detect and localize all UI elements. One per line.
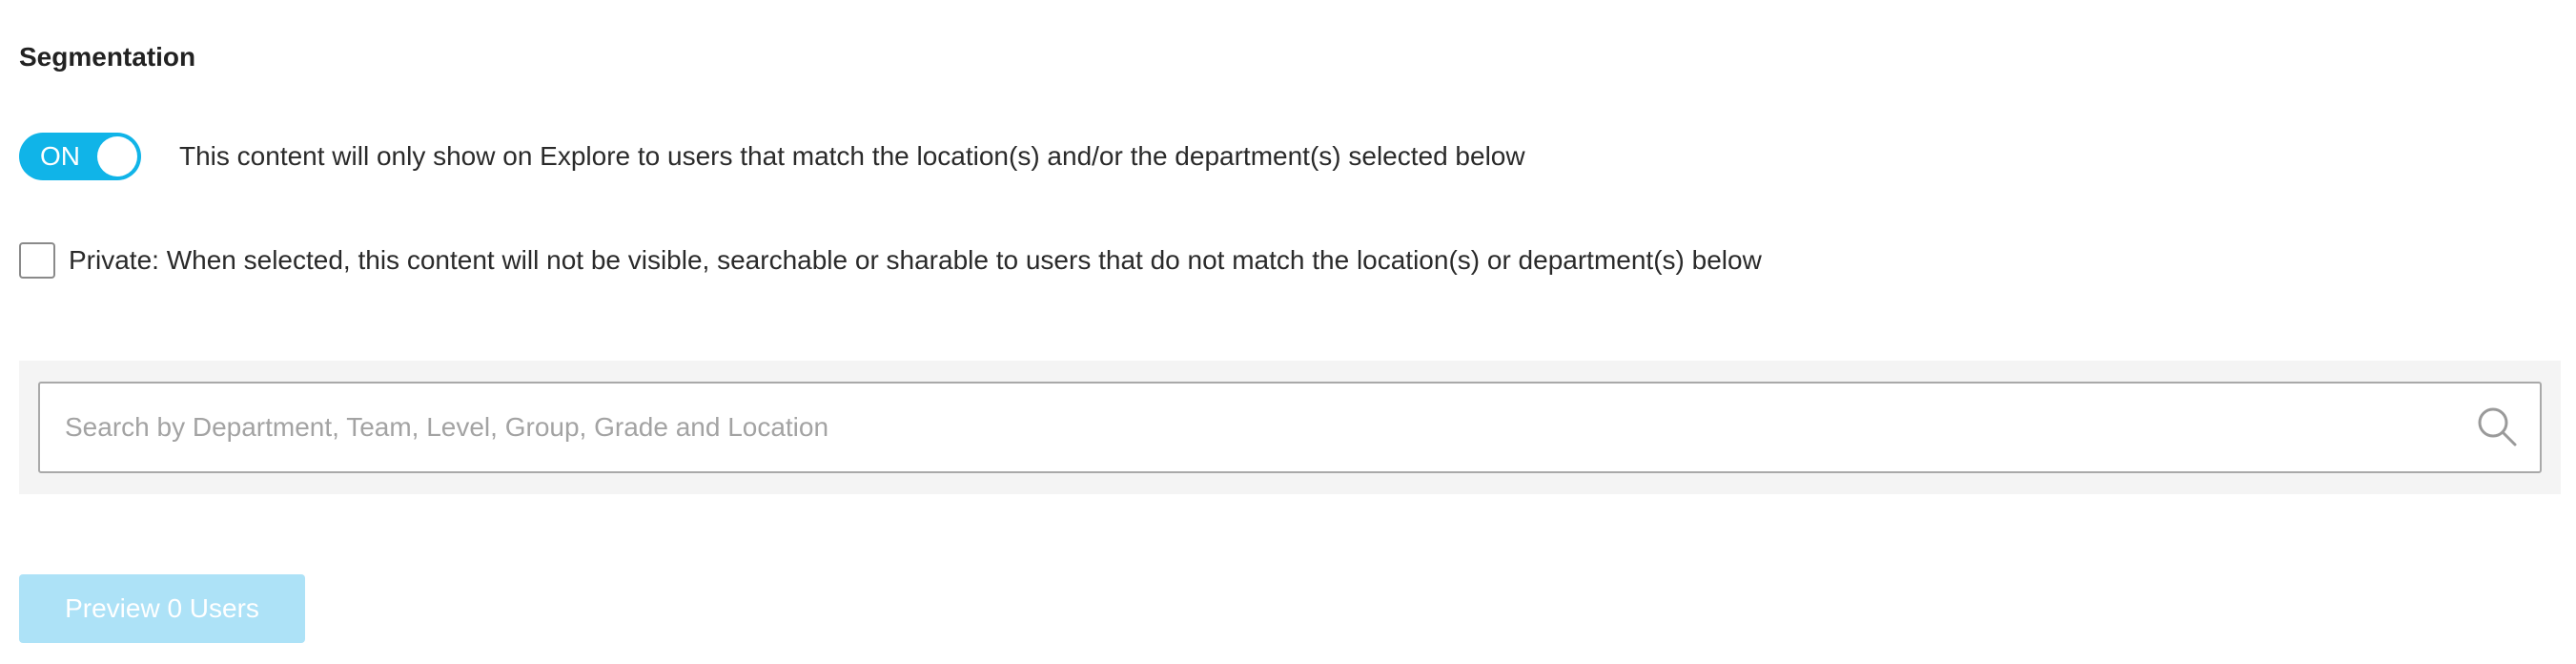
toggle-description: This content will only show on Explore t…	[179, 141, 1525, 171]
search-panel	[19, 361, 2561, 494]
search-icon[interactable]	[2475, 405, 2519, 448]
section-title: Segmentation	[19, 42, 196, 72]
private-checkbox-row: Private: When selected, this content wil…	[19, 240, 1762, 280]
segmentation-toggle-row: ON This content will only show on Explor…	[19, 133, 1525, 180]
search-input[interactable]	[65, 384, 2467, 471]
private-checkbox-label: Private: When selected, this content wil…	[69, 245, 1762, 275]
private-checkbox[interactable]	[19, 242, 55, 279]
segmentation-toggle[interactable]: ON	[19, 133, 141, 180]
search-box	[38, 382, 2542, 473]
preview-users-button[interactable]: Preview 0 Users	[19, 574, 305, 643]
toggle-knob	[97, 136, 137, 176]
toggle-state-label: ON	[40, 141, 80, 171]
